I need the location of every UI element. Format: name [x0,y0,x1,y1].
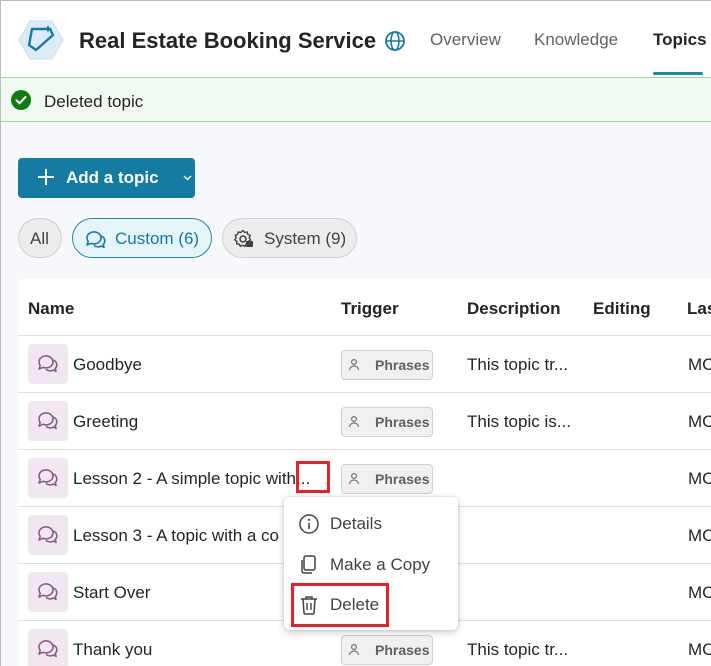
checkmark-circle-icon [11,90,31,110]
add-topic-label: Add a topic [66,168,159,187]
bot-name-title: Real Estate Booking Service [79,28,377,53]
chat-bubbles-icon [38,355,58,373]
topic-icon [28,401,68,441]
trigger-label: Phrases [375,357,430,373]
topic-name[interactable]: Greeting [73,412,138,432]
topic-icon [28,572,68,612]
last-modified-by: MC [688,355,711,374]
chat-bubbles-icon [38,412,58,430]
more-options-button[interactable] [296,461,330,493]
topic-icon [28,515,68,555]
trigger-badge: Phrases [341,464,433,494]
person-icon [348,643,360,656]
globe-icon[interactable] [384,30,406,52]
success-banner: Deleted topic [1,77,711,122]
topic-name[interactable]: Goodbye [73,355,142,375]
column-header-description[interactable]: Description [467,299,561,319]
copy-icon [301,555,316,574]
chat-bubbles-icon [38,469,58,487]
column-header-name[interactable]: Name [28,299,74,319]
menu-item-details[interactable]: Details [284,504,458,544]
person-icon [348,415,360,428]
filter-system[interactable]: System (9) [222,218,357,258]
last-modified-by: MC [688,412,711,431]
menu-item-make-copy[interactable]: Make a Copy [284,545,458,585]
info-icon [299,514,319,534]
table-row[interactable]: Goodbye Phrases This topic tr... MC [18,335,711,392]
topic-description: This topic is... [467,412,571,431]
filter-all-label: All [30,229,49,248]
filter-custom[interactable]: Custom (6) [72,218,212,258]
chevron-down-icon [183,175,192,181]
delete-highlight-box [291,583,389,627]
settings-gear-icon [234,229,253,248]
trigger-label: Phrases [375,642,430,658]
topic-icon [28,458,68,498]
table-row[interactable]: Greeting Phrases This topic is... MC [18,392,711,449]
topic-name[interactable]: Lesson 2 - A simple topic with... [73,469,310,489]
app-header: Real Estate Booking Service Overview Kno… [1,1,711,77]
topic-name[interactable]: Thank you [73,640,152,660]
chat-bubbles-icon [86,231,106,249]
copilot-bot-logo-icon [18,20,64,60]
add-topic-button[interactable]: Add a topic [18,158,195,198]
last-modified-by: MC [688,583,711,602]
tab-overview[interactable]: Overview [430,30,501,50]
topic-icon [28,629,68,666]
trigger-label: Phrases [375,414,430,430]
menu-item-label: Make a Copy [330,555,431,574]
filter-system-label: System (9) [264,229,347,248]
column-header-editing[interactable]: Editing [593,299,651,319]
person-icon [348,472,360,485]
topic-description: This topic tr... [467,640,569,659]
active-tab-indicator [653,72,703,75]
filter-all[interactable]: All [18,218,62,258]
last-modified-by: MC [688,526,711,545]
topic-name[interactable]: Lesson 3 - A topic with a co [73,526,279,546]
tab-topics[interactable]: Topics [653,30,707,50]
trigger-badge: Phrases [341,407,433,437]
last-modified-by: MC [688,469,711,488]
topic-name[interactable]: Start Over [73,583,150,603]
menu-item-label: Details [330,514,382,533]
trigger-badge: Phrases [341,350,433,380]
column-header-trigger[interactable]: Trigger [341,299,399,319]
last-modified-by: MC [688,640,711,659]
person-icon [348,358,360,371]
chat-bubbles-icon [38,583,58,601]
plus-icon [38,169,54,185]
chat-bubbles-icon [38,526,58,544]
topic-description: This topic tr... [467,355,569,374]
topic-icon [28,344,68,384]
filter-custom-label: Custom (6) [115,229,200,248]
trigger-label: Phrases [375,471,430,487]
tab-knowledge[interactable]: Knowledge [534,30,618,50]
chat-bubbles-icon [38,640,58,658]
column-header-last-modified[interactable]: Las [687,299,711,319]
banner-message: Deleted topic [44,92,144,111]
trigger-badge: Phrases [341,635,433,665]
